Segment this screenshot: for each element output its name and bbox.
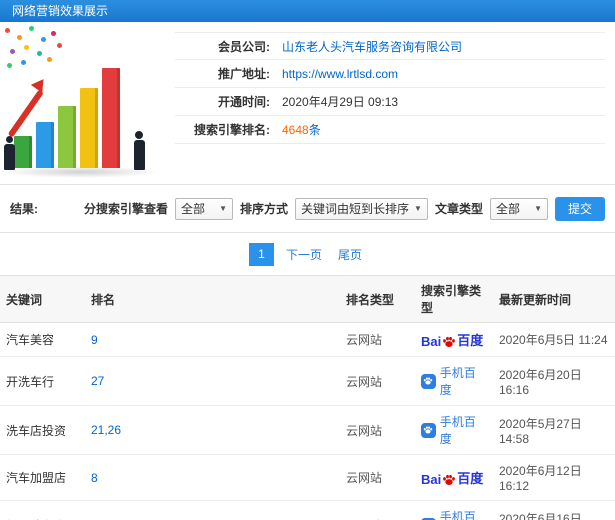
keyword: 汽车加盟店 <box>6 471 67 485</box>
article-type-label: 文章类型 <box>434 202 483 216</box>
table-row: 汽车加盟店 8 云网站 Bai 百度 2020年6月12日 16:12 <box>0 454 615 501</box>
rank-type: 云网站 <box>346 423 383 438</box>
pagination: 1 下一页 尾页 <box>0 233 615 275</box>
rank-type: 云网站 <box>346 374 383 389</box>
rank-link[interactable]: 9 <box>91 333 98 347</box>
result-section-label: 结果: <box>10 202 38 216</box>
col-rank-type: 排名类型 <box>340 275 415 323</box>
member-info-panel: 会员公司: 山东老人头汽车服务咨询有限公司 推广地址: https://www.… <box>0 22 615 185</box>
table-row: 开洗车行 27 云网站 手机百度 2020年6月20日 16:16 <box>0 356 615 406</box>
table-row: 加盟洗车店 25,28,28 云网站 手机百度 2020年6月16日 16:11 <box>0 500 615 520</box>
last-page-link[interactable]: 尾页 <box>334 243 366 266</box>
table-row: 汽车美容 9 云网站 Bai 百度 2020年6月5日 11:24 <box>0 322 615 357</box>
rank-type: 云网站 <box>346 333 383 347</box>
engine-rank-label: 搜索引擎排名: <box>194 123 270 137</box>
baidu-paw-icon <box>443 336 456 347</box>
update-time: 2020年5月27日 14:58 <box>499 416 582 446</box>
baidu-logo: Bai 百度 <box>421 333 484 349</box>
ranking-table: 关键词 排名 排名类型 搜索引擎类型 最新更新时间 汽车美容 9 云网站 Bai… <box>0 275 615 520</box>
baidu-mobile-paw-icon <box>421 422 436 438</box>
bar-chart-illustration <box>0 22 175 184</box>
keyword: 汽车美容 <box>6 333 55 347</box>
page-title: 网络营销效果展示 <box>12 4 109 18</box>
engine-rank-unit: 条 <box>308 123 321 137</box>
col-update-time: 最新更新时间 <box>493 275 615 323</box>
person-figure <box>133 131 145 170</box>
promo-url-row: 推广地址: https://www.lrtlsd.com <box>175 60 605 88</box>
sort-filter-label: 排序方式 <box>240 202 289 216</box>
engine-rank-row: 搜索引擎排名: 4648条 <box>175 116 605 144</box>
engine-filter-label: 分搜索引擎查看 <box>84 202 169 216</box>
chevron-down-icon: ▼ <box>219 204 228 213</box>
baidu-mobile-logo: 手机百度 <box>421 413 487 447</box>
col-rank: 排名 <box>85 275 340 323</box>
promo-url-link[interactable]: https://www.lrtlsd.com <box>282 67 398 81</box>
page-header: 网络营销效果展示 <box>0 0 615 22</box>
col-keyword: 关键词 <box>0 275 85 323</box>
rank-type: 云网站 <box>346 471 383 485</box>
keyword: 开洗车行 <box>6 374 55 389</box>
rank-link[interactable]: 21,26 <box>91 423 121 437</box>
baidu-mobile-logo: 手机百度 <box>421 508 487 520</box>
update-time: 2020年6月16日 16:11 <box>499 511 582 520</box>
update-time: 2020年6月20日 16:16 <box>499 367 582 397</box>
sort-filter-value: 关键词由短到长排序 <box>301 202 410 216</box>
rank-link[interactable]: 8 <box>91 471 98 485</box>
person-figure <box>3 136 15 170</box>
chevron-down-icon: ▼ <box>534 204 542 213</box>
keyword: 洗车店投资 <box>6 423 67 438</box>
article-type-select[interactable]: 全部 ▼ <box>489 197 548 220</box>
engine-filter-value: 全部 <box>181 202 206 216</box>
baidu-mobile-paw-icon <box>421 373 436 389</box>
page-number-current[interactable]: 1 <box>248 242 274 266</box>
company-link[interactable]: 山东老人头汽车服务咨询有限公司 <box>282 38 462 55</box>
baidu-logo: Bai 百度 <box>421 471 484 487</box>
engine-rank-count: 4648 <box>282 123 309 137</box>
update-time: 2020年6月12日 16:12 <box>499 464 582 493</box>
baidu-paw-icon <box>443 474 456 485</box>
col-engine-type: 搜索引擎类型 <box>415 275 493 323</box>
promo-url-label: 推广地址: <box>218 67 270 81</box>
open-time-row: 开通时间: 2020年4月29日 09:13 <box>175 88 605 116</box>
next-page-link[interactable]: 下一页 <box>282 243 326 266</box>
sort-filter-select[interactable]: 关键词由短到长排序 ▼ <box>295 197 428 220</box>
open-time-label: 开通时间: <box>218 95 270 109</box>
open-time-value: 2020年4月29日 09:13 <box>282 95 399 109</box>
update-time: 2020年6月5日 11:24 <box>499 333 608 347</box>
engine-filter-select[interactable]: 全部 ▼ <box>175 197 234 220</box>
company-row: 会员公司: 山东老人头汽车服务咨询有限公司 <box>175 32 605 60</box>
baidu-mobile-logo: 手机百度 <box>421 364 487 398</box>
submit-button[interactable]: 提交 <box>554 196 605 221</box>
filter-controls: 分搜索引擎查看 全部 ▼ 排序方式 关键词由短到长排序 ▼ 文章类型 全部 ▼ … <box>84 196 605 221</box>
article-type-value: 全部 <box>495 202 520 216</box>
rank-link[interactable]: 27 <box>91 374 104 388</box>
member-info-list: 会员公司: 山东老人头汽车服务咨询有限公司 推广地址: https://www.… <box>175 22 615 184</box>
chevron-down-icon: ▼ <box>414 204 422 213</box>
table-header-row: 关键词 排名 排名类型 搜索引擎类型 最新更新时间 <box>0 275 615 323</box>
table-row: 洗车店投资 21,26 云网站 手机百度 2020年5月27日 14:58 <box>0 405 615 455</box>
result-filter-bar: 结果: 分搜索引擎查看 全部 ▼ 排序方式 关键词由短到长排序 ▼ 文章类型 全… <box>0 185 615 233</box>
company-label: 会员公司: <box>218 39 270 54</box>
